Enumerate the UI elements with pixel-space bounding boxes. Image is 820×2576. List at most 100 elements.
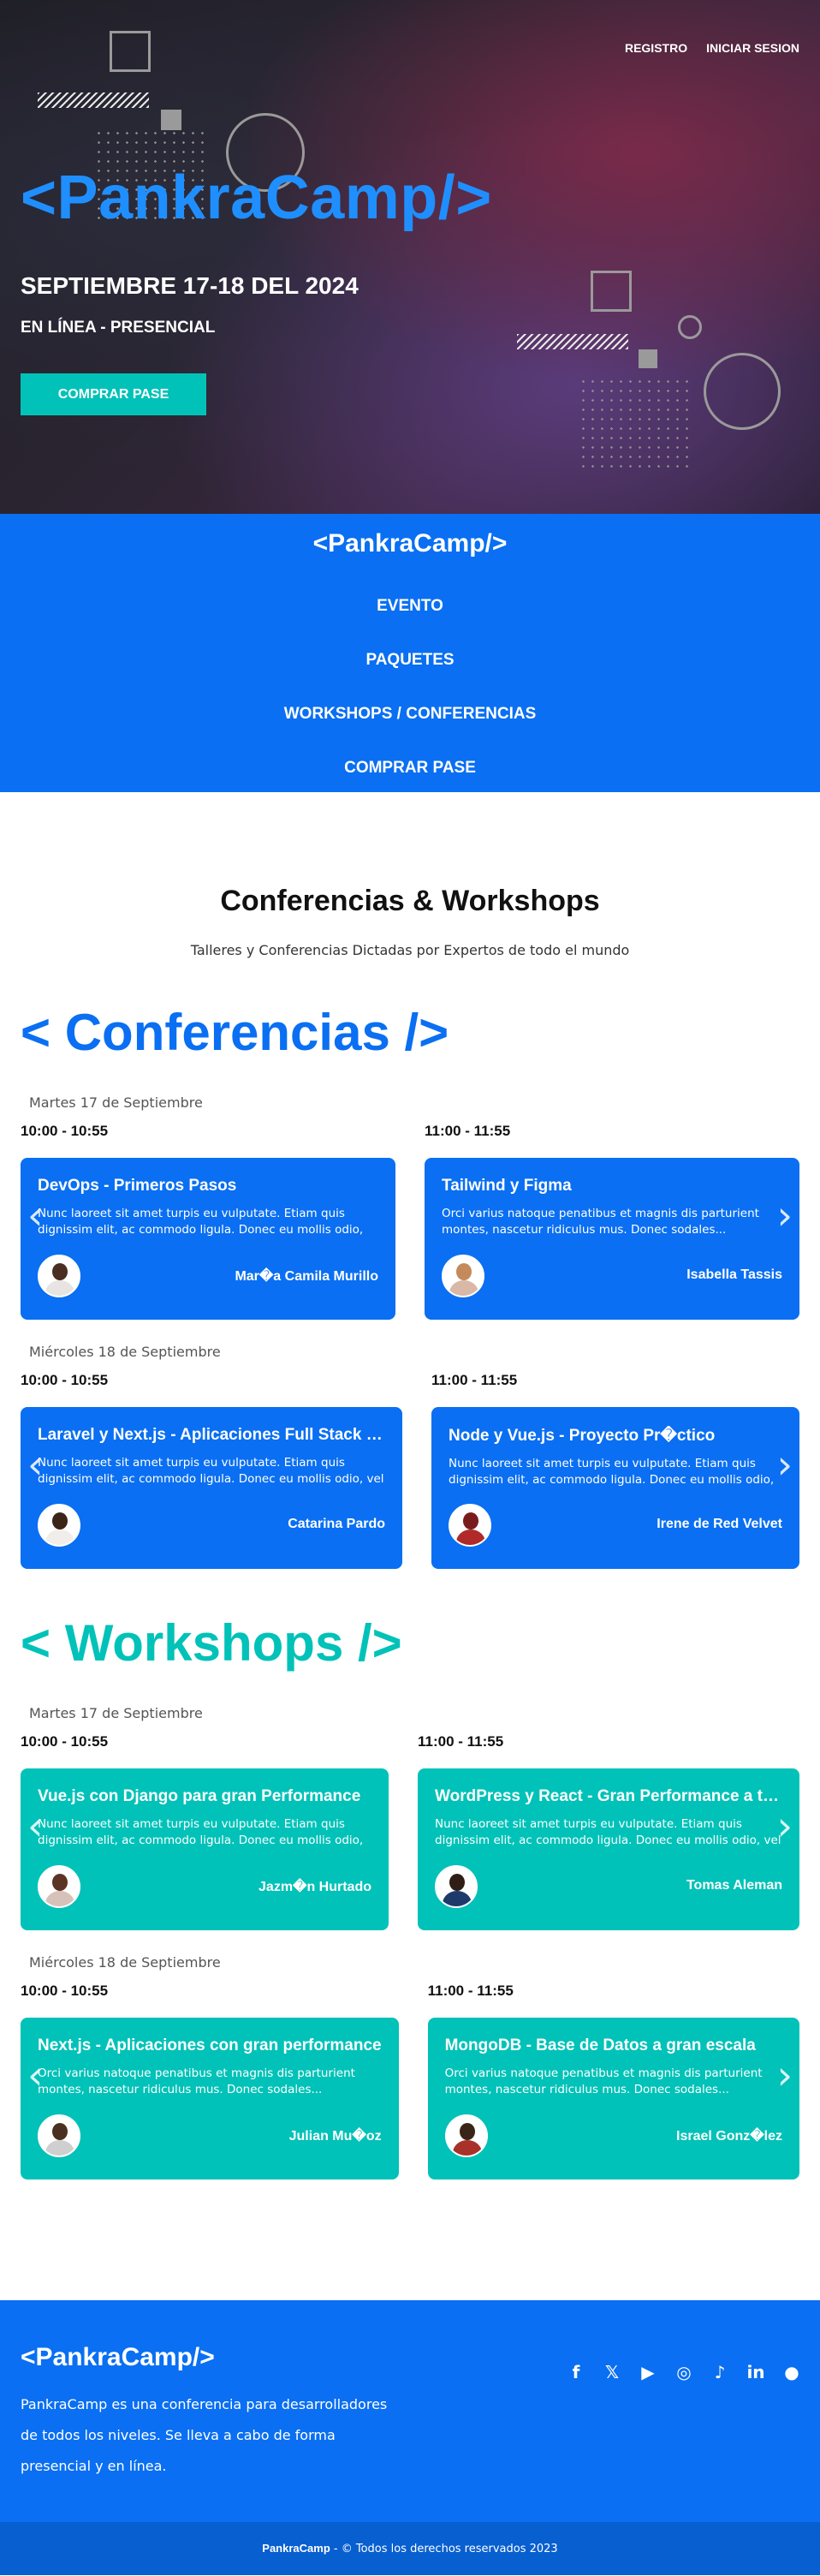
card-description: Nunc laoreet sit amet turpis eu vulputat… [449, 1457, 775, 1487]
nav-item-workshops-conferencias[interactable]: WORKSHOPS / CONFERENCIAS [0, 687, 820, 741]
speaker-name: Irene de Red Velvet [657, 1517, 782, 1531]
event-card[interactable]: WordPress y React - Gran Performance a t… [418, 1768, 799, 1930]
slots-row: 10:00 - 10:55 Next.js - Aplicaciones con… [0, 1983, 820, 2179]
facebook-icon[interactable]: f [567, 2362, 585, 2382]
copyright-text: - © Todos los derechos reservados 2023 [330, 2543, 558, 2555]
hatch-decoration [38, 92, 149, 108]
nav-logo[interactable]: <PankraCamp/> [0, 529, 820, 558]
carousel-prev-icon[interactable]: ‹ [27, 1196, 43, 1235]
slot: 10:00 - 10:55 Vue.js con Django para gra… [21, 1733, 389, 1930]
event-card[interactable]: Tailwind y Figma Orci varius natoque pen… [425, 1158, 799, 1320]
slot-time: 11:00 - 11:55 [425, 1123, 511, 1139]
slot: 10:00 - 10:55 DevOps - Primeros Pasos Nu… [21, 1123, 395, 1320]
slot-time: 11:00 - 11:55 [418, 1733, 504, 1750]
speaker-name: Jazm�n Hurtado [258, 1880, 371, 1894]
event-card[interactable]: Vue.js con Django para gran Performance … [21, 1768, 389, 1930]
carousel-next-icon[interactable]: › [777, 2055, 793, 2095]
section-subtitle: Talleres y Conferencias Dictadas por Exp… [190, 942, 630, 958]
avatar [449, 1504, 491, 1547]
square-filled-decoration [639, 349, 657, 368]
event-mode: EN LÍNEA - PRESENCIAL [21, 319, 216, 337]
speaker-name: Tomas Aleman [686, 1878, 782, 1893]
slot: 11:00 - 11:55 Tailwind y Figma Orci vari… [425, 1123, 799, 1320]
event-card[interactable]: Next.js - Aplicaciones con gran performa… [21, 2018, 399, 2179]
footer: <PankraCamp/> PankraCamp es una conferen… [0, 2300, 820, 2575]
intro: Conferencias & Workshops Talleres y Conf… [0, 792, 820, 958]
dots-decoration [579, 377, 690, 471]
avatar [38, 2114, 80, 2157]
slot-time: 10:00 - 10:55 [21, 1983, 109, 1999]
slot: 10:00 - 10:55 Next.js - Aplicaciones con… [21, 1983, 399, 2179]
speaker-name: Mar�a Camila Murillo [235, 1269, 378, 1284]
avatar [435, 1865, 478, 1908]
avatar [442, 1255, 484, 1297]
slot-time: 11:00 - 11:55 [431, 1372, 518, 1388]
top-links: REGISTRO INICIAR SESION [625, 41, 799, 55]
event-card[interactable]: Node y Vue.js - Proyecto Pr�ctico Nunc l… [431, 1407, 799, 1569]
day-label: Miércoles 18 de Septiembre [29, 1344, 221, 1360]
day-label: Miércoles 18 de Septiembre [29, 1954, 221, 1971]
circle-outline-decoration [678, 315, 702, 339]
slot: 11:00 - 11:55 Node y Vue.js - Proyecto P… [431, 1372, 799, 1569]
event-card[interactable]: MongoDB - Base de Datos a gran escala Or… [427, 2018, 799, 2179]
speaker-name: Julian Mu�oz [288, 2129, 382, 2144]
slot-time: 10:00 - 10:55 [21, 1123, 109, 1139]
carousel-prev-icon[interactable]: ‹ [27, 1445, 43, 1484]
footer-logo[interactable]: <PankraCamp/> [21, 2343, 215, 2372]
card-description: Nunc laoreet sit amet turpis eu vulputat… [38, 1456, 384, 1486]
card-title: DevOps - Primeros Pasos [38, 1177, 237, 1195]
slots-row: 10:00 - 10:55 Laravel y Next.js - Aplica… [0, 1372, 820, 1569]
carousel-prev-icon[interactable]: ‹ [27, 1806, 43, 1846]
avatar [38, 1504, 80, 1547]
login-link[interactable]: INICIAR SESION [706, 41, 799, 55]
square-outline-decoration [591, 271, 632, 312]
event-card[interactable]: DevOps - Primeros Pasos Nunc laoreet sit… [21, 1158, 395, 1320]
main-nav: <PankraCamp/> EVENTO PAQUETES WORKSHOPS … [0, 514, 820, 792]
card-description: Orci varius natoque penatibus et magnis … [442, 1207, 759, 1237]
carousel-next-icon[interactable]: › [777, 1806, 793, 1846]
youtube-icon[interactable]: ▶ [639, 2362, 657, 2382]
card-title: Next.js - Aplicaciones con gran performa… [38, 2036, 382, 2054]
event-card[interactable]: Laravel y Next.js - Aplicaciones Full St… [21, 1407, 402, 1569]
social-links: f 𝕏 ▶ ◎ ♪ in ● [567, 2362, 801, 2382]
section-heading: Conferencias & Workshops [220, 885, 600, 917]
speaker-name: Catarina Pardo [288, 1517, 385, 1531]
card-title: MongoDB - Base de Datos a gran escala [444, 2036, 756, 2054]
avatar [444, 2114, 488, 2157]
day-label: Martes 17 de Septiembre [29, 1094, 203, 1111]
nav-item-comprar-pase[interactable]: COMPRAR PASE [0, 741, 820, 795]
github-icon[interactable]: ● [782, 2362, 801, 2382]
register-link[interactable]: REGISTRO [625, 41, 687, 55]
buy-pass-button[interactable]: COMPRAR PASE [21, 373, 206, 415]
card-description: Orci varius natoque penatibus et magnis … [38, 2066, 355, 2096]
copyright-bar: PankraCamp - © Todos los derechos reserv… [0, 2522, 820, 2575]
slot-time: 10:00 - 10:55 [21, 1733, 109, 1750]
copyright-brand: PankraCamp [262, 2542, 330, 2555]
carousel-next-icon[interactable]: › [777, 1196, 793, 1235]
card-title: Node y Vue.js - Proyecto Pr�ctico [449, 1427, 716, 1445]
slot-time: 11:00 - 11:55 [427, 1983, 514, 1999]
slot: 11:00 - 11:55 WordPress y React - Gran P… [418, 1733, 799, 1930]
twitter-icon[interactable]: 𝕏 [603, 2362, 621, 2382]
linkedin-icon[interactable]: in [746, 2362, 765, 2382]
day-label: Martes 17 de Septiembre [29, 1705, 203, 1721]
avatar [38, 1865, 80, 1908]
speaker-name: Isabella Tassis [686, 1267, 782, 1282]
square-filled-decoration [161, 110, 181, 130]
hatch-decoration [517, 334, 628, 349]
avatar [38, 1255, 80, 1297]
card-description: Orci varius natoque penatibus et magnis … [444, 2066, 763, 2096]
nav-item-evento[interactable]: EVENTO [0, 579, 820, 633]
nav-item-paquetes[interactable]: PAQUETES [0, 633, 820, 687]
tiktok-icon[interactable]: ♪ [710, 2362, 729, 2382]
card-description: Nunc laoreet sit amet turpis eu vulputat… [38, 1207, 364, 1237]
slot: 11:00 - 11:55 MongoDB - Base de Datos a … [427, 1983, 799, 2179]
speaker-name: Israel Gonz�lez [676, 2129, 782, 2144]
circle-outline-decoration [704, 353, 781, 430]
slots-row: 10:00 - 10:55 Vue.js con Django para gra… [0, 1733, 820, 1930]
hero: REGISTRO INICIAR SESION <PankraCamp/> SE… [0, 0, 820, 514]
conferencias-title: < Conferencias /> [21, 1004, 449, 1061]
carousel-prev-icon[interactable]: ‹ [27, 2055, 43, 2095]
instagram-icon[interactable]: ◎ [674, 2362, 693, 2382]
carousel-next-icon[interactable]: › [777, 1445, 793, 1484]
